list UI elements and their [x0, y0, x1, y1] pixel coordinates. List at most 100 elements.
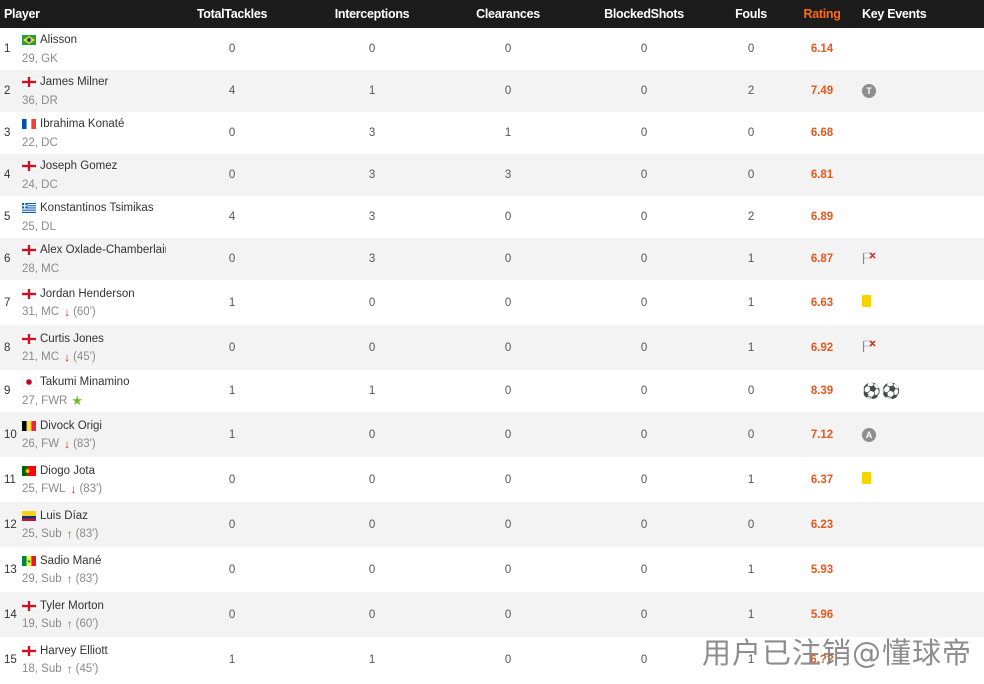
header-interceptions[interactable]: Interceptions [298, 0, 447, 28]
total-tackles-cell: 4 [228, 85, 236, 97]
total-tackles-cell: 0 [228, 341, 236, 354]
interceptions-cell: 1 [368, 85, 376, 97]
player-number: 1 [4, 43, 11, 55]
player-name[interactable]: Sadio Mané [40, 555, 101, 567]
player-name[interactable]: Harvey Elliott [40, 645, 108, 657]
table-row[interactable]: 11 Diogo Jota 25, FWL ↓ (83') 0 0 0 0 1 6.37 [0, 457, 984, 502]
table-row[interactable]: 1 Alisson 29, GK 0 0 0 0 0 6.14 [0, 28, 984, 70]
player-cell[interactable]: Harvey Elliott 18, Sub ↑ (45') [22, 637, 166, 682]
table-row[interactable]: 3 Ibrahima Konaté 22, DC 0 3 1 0 0 6.68 [0, 112, 984, 154]
total-tackles-cell: 0 [228, 127, 236, 139]
header-clearances[interactable]: Clearances [446, 0, 571, 28]
player-cell[interactable]: Takumi Minamino 27, FWR ★ [22, 370, 166, 412]
total-tackles-cell: 0 [228, 608, 236, 621]
player-cell[interactable]: Curtis Jones 21, MC ↓ (45') [22, 325, 166, 370]
table-row[interactable]: 4 Joseph Gomez 24, DC 0 3 3 0 0 6.81 [0, 154, 984, 196]
player-cell[interactable]: Sadio Mané 29, Sub ↑ (83') [22, 547, 166, 592]
offside-flag-icon [862, 340, 877, 355]
table-row[interactable]: 9 Takumi Minamino 27, FWR ★ 1 1 0 0 0 8.39 ⚽⚽ [0, 370, 984, 412]
sub-out-arrow-icon: ↓ [70, 482, 77, 496]
player-name[interactable]: Jordan Henderson [40, 288, 135, 300]
player-cell[interactable]: Luis Díaz 25, Sub ↑ (83') [22, 502, 166, 547]
rating-cell: 6.37 [810, 473, 834, 486]
clearances-cell: 0 [504, 85, 512, 97]
player-name[interactable]: Alex Oxlade-Chamberlain [40, 244, 166, 256]
blocked-shots-cell: 0 [640, 169, 648, 181]
player-number: 2 [4, 85, 11, 97]
france-flag-icon [22, 119, 36, 129]
player-name[interactable]: Alisson [40, 34, 77, 46]
player-cell[interactable]: James Milner 36, DR [22, 70, 166, 112]
player-cell[interactable]: Alex Oxlade-Chamberlain 28, MC [22, 238, 166, 280]
player-cell[interactable]: Jordan Henderson 31, MC ↓ (60') [22, 280, 166, 325]
sub-in-arrow-icon: ↑ [66, 662, 73, 676]
header-rating[interactable]: Rating [784, 0, 861, 28]
goal-ball-icon: ⚽ [881, 383, 901, 400]
rating-cell: 6.89 [810, 211, 834, 223]
interceptions-cell: 0 [368, 608, 376, 621]
fouls-cell: 0 [747, 169, 755, 181]
total-tackles-cell: 0 [228, 253, 236, 265]
player-cell[interactable]: Konstantinos Tsimikas 25, DL [22, 196, 166, 238]
table-row[interactable]: 7 Jordan Henderson 31, MC ↓ (60') 1 0 0 0 1 6.63 [0, 280, 984, 325]
player-name[interactable]: Curtis Jones [40, 333, 104, 345]
table-row[interactable]: 8 Curtis Jones 21, MC ↓ (45') 0 0 0 0 1 6.92 [0, 325, 984, 370]
blocked-shots-cell: 0 [640, 473, 648, 486]
offside-flag-icon [862, 252, 877, 267]
player-number: 8 [4, 341, 11, 354]
table-row[interactable]: 6 Alex Oxlade-Chamberlain 28, MC 0 3 0 0 1 6.87 [0, 238, 984, 280]
clearances-cell: 0 [504, 653, 512, 666]
blocked-shots-cell: 0 [640, 85, 648, 97]
player-name[interactable]: Luis Díaz [40, 510, 88, 522]
player-name[interactable]: Konstantinos Tsimikas [40, 202, 154, 214]
interceptions-cell: 3 [368, 253, 376, 265]
player-number: 5 [4, 211, 11, 223]
table-row[interactable]: 12 Luis Díaz 25, Sub ↑ (83') 0 0 0 0 0 6.23 [0, 502, 984, 547]
player-cell[interactable]: Divock Origi 26, FW ↓ (83') [22, 412, 166, 457]
rating-cell: 6.63 [810, 296, 834, 309]
player-name[interactable]: Takumi Minamino [40, 376, 129, 388]
key-events-cell [860, 196, 984, 238]
interceptions-cell: 0 [368, 296, 376, 309]
header-blocked-shots[interactable]: BlockedShots [570, 0, 719, 28]
blocked-shots-cell: 0 [640, 428, 648, 441]
player-cell[interactable]: Alisson 29, GK [22, 28, 166, 70]
interceptions-cell: 0 [368, 43, 376, 55]
blocked-shots-cell: 0 [640, 341, 648, 354]
player-name[interactable]: Joseph Gomez [40, 160, 117, 172]
england-flag-icon [22, 645, 37, 656]
japan-flag-icon [22, 376, 37, 388]
england-flag-icon [22, 333, 37, 344]
player-cell[interactable]: Tyler Morton 19, Sub ↑ (60') [22, 592, 166, 637]
player-name[interactable]: Tyler Morton [40, 600, 104, 612]
header-player[interactable]: Player [0, 0, 167, 28]
table-row[interactable]: 5 Konstantinos Tsimikas 25, DL 4 3 0 0 2 6.89 [0, 196, 984, 238]
player-cell[interactable]: Joseph Gomez 24, DC [22, 154, 166, 196]
table-row[interactable]: 10 Divock Origi 26, FW ↓ (83') 1 0 0 0 0 7.12 A [0, 412, 984, 457]
player-age-position: 19, Sub [22, 618, 62, 630]
greece-flag-icon [22, 203, 36, 213]
player-age-position: 22, DC [22, 136, 58, 149]
header-total-tackles[interactable]: TotalTackles [166, 0, 299, 28]
table-row[interactable]: 13 Sadio Mané 29, Sub ↑ (83') 0 0 0 0 1 5.93 [0, 547, 984, 592]
player-cell[interactable]: Diogo Jota 25, FWL ↓ (83') [22, 457, 166, 502]
player-name[interactable]: Divock Origi [40, 420, 102, 432]
player-cell[interactable]: Ibrahima Konaté 22, DC [22, 112, 166, 154]
clearances-cell: 0 [504, 296, 512, 309]
clearances-cell: 0 [504, 608, 512, 621]
player-age-position: 28, MC [22, 262, 60, 275]
sub-out-arrow-icon: ↓ [64, 437, 71, 451]
player-age-position: 18, Sub [22, 663, 62, 675]
blocked-shots-cell: 0 [640, 127, 648, 139]
player-name[interactable]: Diogo Jota [40, 465, 95, 477]
player-name[interactable]: James Milner [40, 76, 108, 88]
table-row[interactable]: 2 James Milner 36, DR 4 1 0 0 2 7.49 T [0, 70, 984, 112]
total-tackles-cell: 1 [228, 296, 236, 309]
header-fouls[interactable]: Fouls [718, 0, 785, 28]
blocked-shots-cell: 0 [640, 43, 648, 55]
key-events-cell [860, 502, 984, 547]
sub-minute: (60') [75, 618, 99, 630]
key-events-cell [860, 280, 984, 325]
player-name[interactable]: Ibrahima Konaté [40, 118, 124, 130]
player-number: 10 [4, 428, 17, 441]
